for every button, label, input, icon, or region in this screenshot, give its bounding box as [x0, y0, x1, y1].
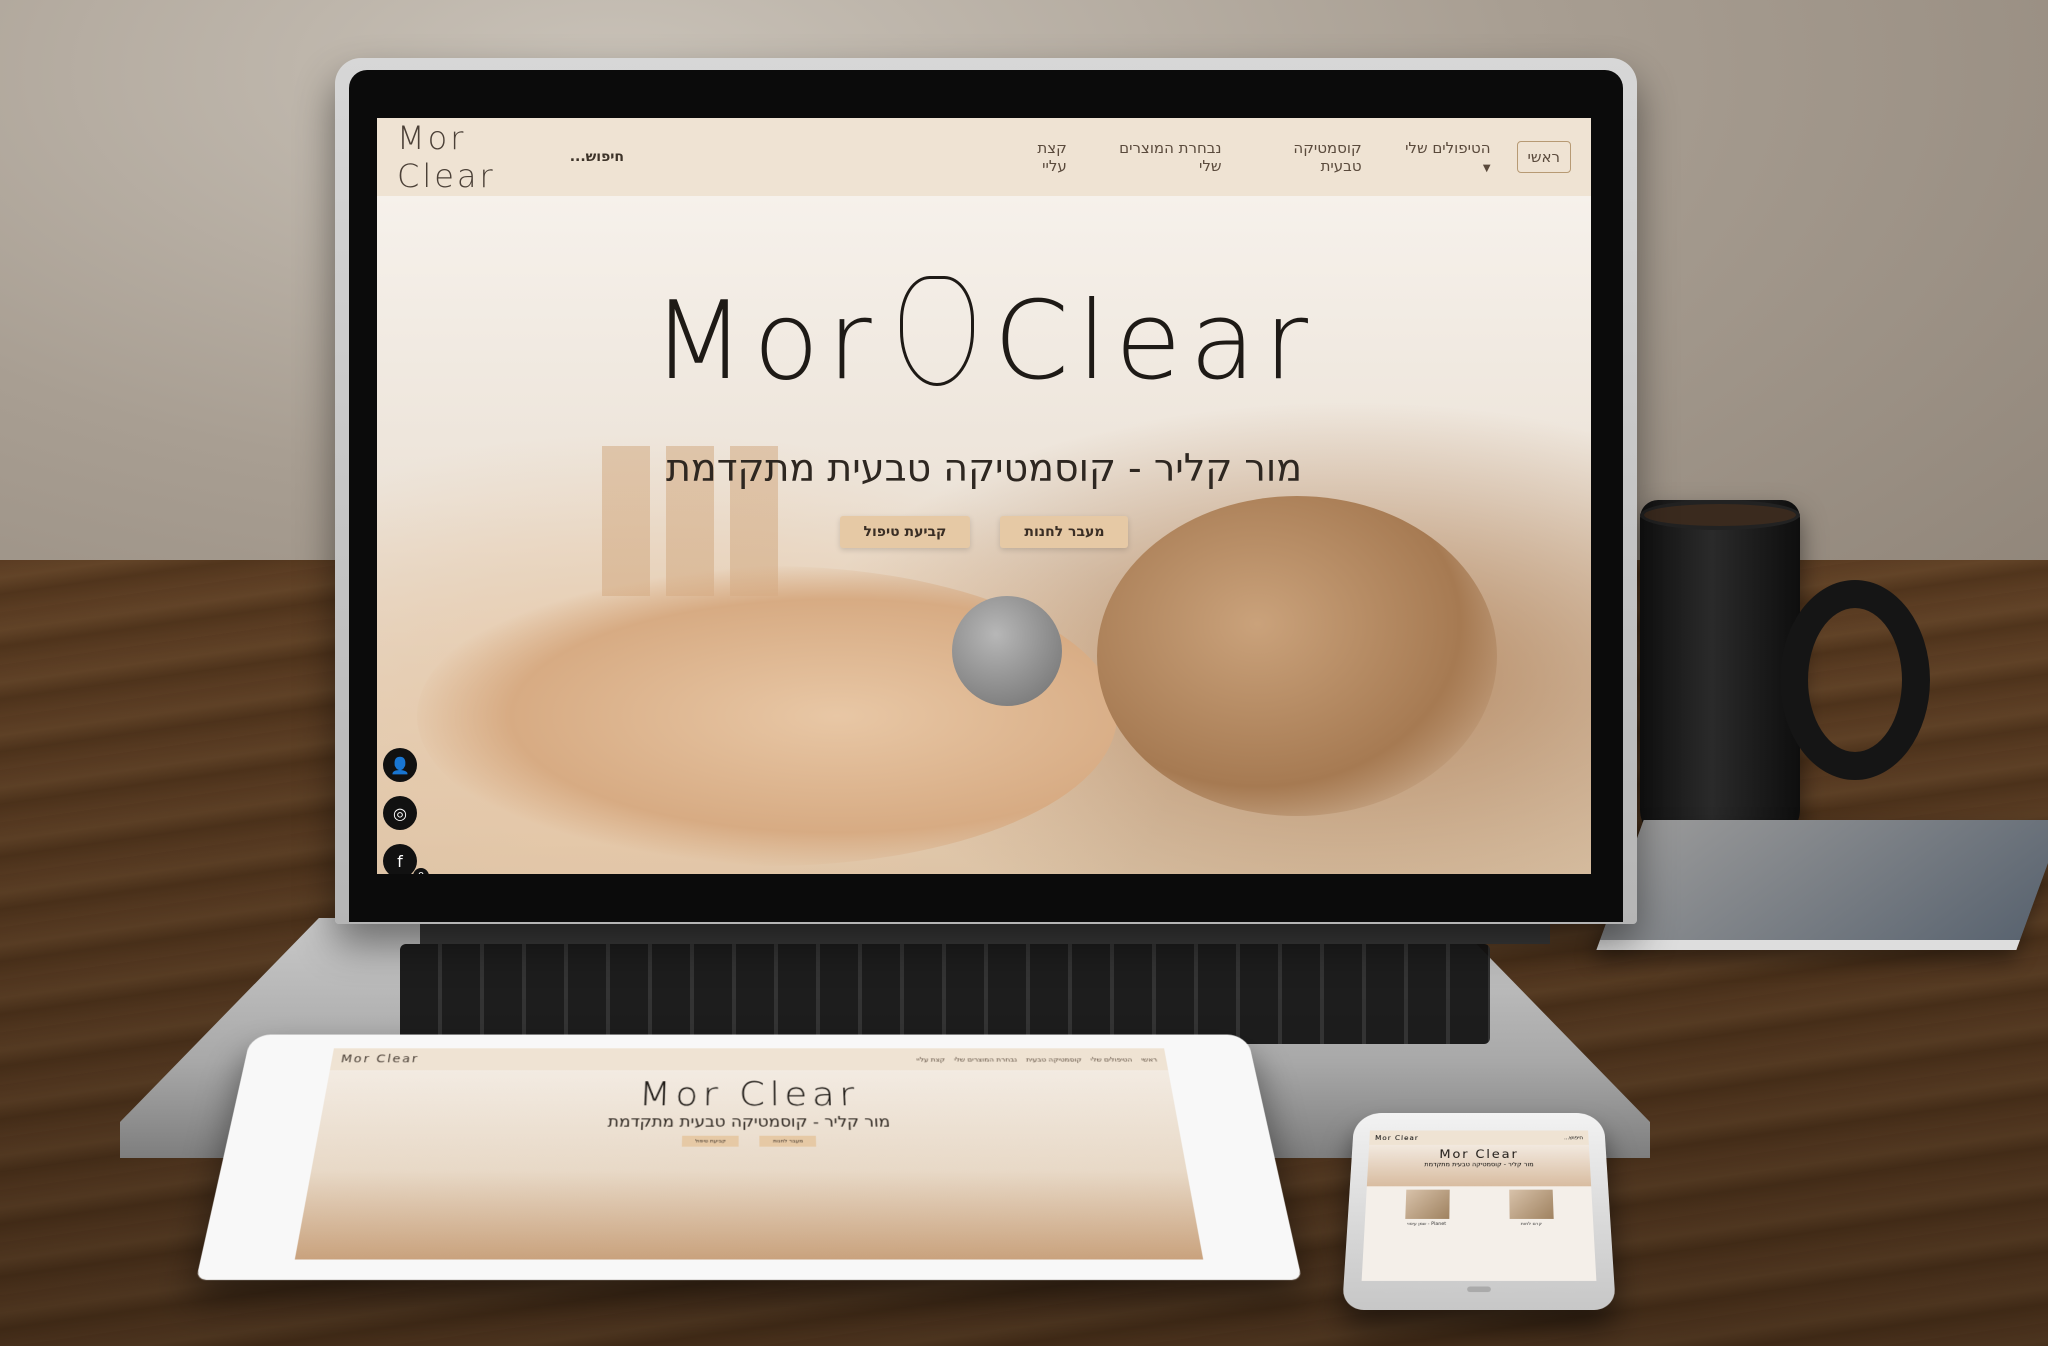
coffee-mug-handle [1780, 580, 1930, 780]
list-item[interactable]: קרם לחות [1502, 1189, 1560, 1227]
nav-natural-cosmetics[interactable]: קוסמטיקה טבעית [1247, 133, 1369, 181]
hero-section: Mor Clear מור קליר - קוסמטיקה טבעית מתקדמ… [377, 196, 1591, 874]
tablet-device: ראשי הטיפולים שלי קוסמטיקה טבעית נבחרת ה… [196, 1034, 1302, 1280]
hero-tagline: מור קליר - קוסמטיקה טבעית מתקדמת [665, 446, 1303, 490]
product-name: קרם לחות [1520, 1221, 1542, 1227]
user-icon[interactable]: 👤 [383, 748, 417, 782]
hero-buttons: מעבר לחנות קביעת טיפול [377, 516, 1591, 548]
tablet-nav-about[interactable]: קצת עליי [916, 1056, 945, 1063]
product-image [1404, 1189, 1450, 1219]
tablet-logo[interactable]: Mor Clear [340, 1053, 420, 1065]
shop-button[interactable]: מעבר לחנות [1000, 516, 1129, 548]
nav-menu: ראשי הטיפולים שלי ▼ קוסמטיקה טבעית נבחרת… [1004, 133, 1571, 181]
hero-brush-image [952, 596, 1062, 706]
phone-hero-logo: Mor Clear [1439, 1148, 1519, 1162]
hero-logo-left: Mor [651, 279, 880, 404]
tablet-screen: ראשי הטיפולים שלי קוסמטיקה טבעית נבחרת ה… [294, 1048, 1204, 1260]
tablet-nav-product-selection[interactable]: נבחרת המוצרים שלי [954, 1056, 1018, 1063]
site-logo[interactable]: Mor Clear [397, 119, 570, 195]
tablet-nav-treatments[interactable]: הטיפולים שלי [1090, 1056, 1133, 1063]
tablet-navbar: ראשי הטיפולים שלי קוסמטיקה טבעית נבחרת ה… [329, 1048, 1169, 1071]
nav-about[interactable]: קצת עליי [1004, 133, 1075, 181]
site-navbar: ראשי הטיפולים שלי ▼ קוסמטיקה טבעית נבחרת… [377, 118, 1591, 196]
nav-treatments[interactable]: הטיפולים שלי ▼ [1388, 133, 1499, 181]
tablet-nav-natural-cosmetics[interactable]: קוסמטיקה טבעית [1026, 1056, 1082, 1063]
product-image [1508, 1189, 1554, 1219]
tablet-shop-button[interactable]: מעבר לחנות [759, 1135, 817, 1147]
search-input[interactable]: חיפוש... [570, 149, 624, 165]
phone-navbar: חיפוש... Mor Clear [1369, 1130, 1589, 1145]
nav-product-selection[interactable]: נבחרת המוצרים שלי [1093, 133, 1230, 181]
list-item[interactable]: Planet - שמן עיסוי [1398, 1189, 1456, 1227]
laptop-screen: ראשי הטיפולים שלי ▼ קוסמטיקה טבעית נבחרת… [377, 118, 1591, 874]
phone-hero-tagline: מור קליר - קוסמטיקה טבעית מתקדמת [1424, 1161, 1534, 1168]
tablet-hero-buttons: מעבר לחנות קביעת טיפול [316, 1135, 1183, 1147]
cart-count-badge: 0 [413, 868, 429, 874]
phone-product-list: Planet - שמן עיסוי קרם לחות [1364, 1186, 1593, 1230]
chevron-down-icon: ▼ [1482, 163, 1491, 174]
tablet-nav-home[interactable]: ראשי [1141, 1056, 1158, 1063]
coffee-mug-rim [1640, 500, 1800, 530]
product-name: Planet - שמן עיסוי [1407, 1221, 1447, 1227]
appointment-button[interactable]: קביעת טיפול [839, 516, 971, 548]
instagram-icon[interactable]: ◎ [383, 796, 417, 830]
nav-home[interactable]: ראשי [1516, 141, 1571, 173]
tablet-appointment-button[interactable]: קביעת טיפול [681, 1135, 740, 1147]
phone-logo[interactable]: Mor Clear [1375, 1134, 1419, 1141]
laptop-keyboard [400, 944, 1490, 1044]
phone-home-button[interactable] [1467, 1286, 1491, 1293]
magazine-stack [1596, 820, 2048, 950]
phone-device: חיפוש... Mor Clear Mor Clear מור קליר - … [1342, 1112, 1616, 1310]
side-social-bar: 👤 ◎ f 🛒 0 [383, 748, 429, 874]
tablet-hero-tagline: מור קליר - קוסמטיקה טבעית מתקדמת [607, 1113, 891, 1131]
facebook-icon[interactable]: f [383, 844, 417, 874]
hero-logo-right: Clear [993, 279, 1317, 404]
phone-search[interactable]: חיפוש... [1564, 1135, 1583, 1141]
face-logo-icon [899, 276, 974, 386]
nav-treatments-label: הטיפולים שלי [1405, 139, 1491, 157]
tablet-hero-logo: Mor Clear [638, 1076, 860, 1114]
phone-screen: חיפוש... Mor Clear Mor Clear מור קליר - … [1361, 1130, 1597, 1281]
hero-logo: Mor Clear [377, 276, 1591, 404]
coffee-mug [1640, 500, 1800, 840]
phone-hero: Mor Clear מור קליר - קוסמטיקה טבעית מתקד… [1366, 1144, 1592, 1187]
